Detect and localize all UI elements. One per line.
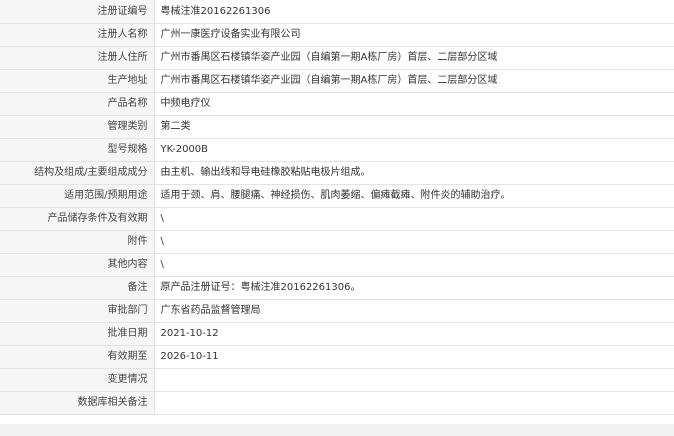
table-row: 产品储存条件及有效期 \ xyxy=(0,206,674,231)
valid-until-value: 2026-10-11 xyxy=(153,344,674,369)
table-row: 批准日期 2021-10-12 xyxy=(0,321,674,346)
registrant-name-label: 注册人名称 xyxy=(0,22,155,47)
change-status-label: 变更情况 xyxy=(0,367,155,392)
structure-composition-value: 由主机、输出线和导电硅橡胶粘贴电极片组成。 xyxy=(153,160,674,185)
storage-validity-value: \ xyxy=(153,206,674,231)
valid-until-label: 有效期至 xyxy=(0,344,155,369)
table-row: 附件 \ xyxy=(0,229,674,254)
attachment-value: \ xyxy=(153,229,674,254)
product-name-label: 产品名称 xyxy=(0,91,155,116)
product-name-value: 中频电疗仪 xyxy=(153,91,674,116)
approval-date-value: 2021-10-12 xyxy=(153,321,674,346)
table-row: 管理类别 第二类 xyxy=(0,114,674,139)
management-category-label: 管理类别 xyxy=(0,114,155,139)
intended-use-label: 适用范围/预期用途 xyxy=(0,183,155,208)
database-remarks-value xyxy=(153,390,674,415)
table-row: 型号规格 YK-2000B xyxy=(0,137,674,162)
table-row: 备注 原产品注册证号：粤械注准20162261306。 xyxy=(0,275,674,300)
production-address-value: 广州市番禺区石楼镇华姿产业园（自编第一期A栋厂房）首层、二层部分区域 xyxy=(153,68,674,93)
table-row: 注册证编号 粤械注准20162261306 xyxy=(0,0,674,24)
approval-department-label: 审批部门 xyxy=(0,298,155,323)
storage-validity-label: 产品储存条件及有效期 xyxy=(0,206,155,231)
table-row: 产品名称 中频电疗仪 xyxy=(0,91,674,116)
table-row: 有效期至 2026-10-11 xyxy=(0,344,674,369)
table-row: 结构及组成/主要组成成分 由主机、输出线和导电硅橡胶粘贴电极片组成。 xyxy=(0,160,674,185)
table-row: 其他内容 \ xyxy=(0,252,674,277)
table-row: 注册人名称 广州一康医疗设备实业有限公司 xyxy=(0,22,674,47)
table-row: 生产地址 广州市番禺区石楼镇华姿产业园（自编第一期A栋厂房）首层、二层部分区域 xyxy=(0,68,674,93)
management-category-value: 第二类 xyxy=(153,114,674,139)
table-row: 数据库相关备注 xyxy=(0,390,674,415)
model-spec-value: YK-2000B xyxy=(153,137,674,162)
intended-use-value: 适用于颈、肩、腰腿痛、神经损伤、肌肉萎缩、偏瘫截瘫、附件炎的辅助治疗。 xyxy=(153,183,674,208)
approval-department-value: 广东省药品监督管理局 xyxy=(153,298,674,323)
registration-number-label: 注册证编号 xyxy=(0,0,155,24)
record-table-body: 注册证编号 粤械注准20162261306 注册人名称 广州一康医疗设备实业有限… xyxy=(0,0,674,415)
database-remarks-label: 数据库相关备注 xyxy=(0,390,155,415)
registration-record-table: 注册证编号 粤械注准20162261306 注册人名称 广州一康医疗设备实业有限… xyxy=(0,0,674,415)
approval-date-label: 批准日期 xyxy=(0,321,155,346)
table-row: 审批部门 广东省药品监督管理局 xyxy=(0,298,674,323)
remarks-value: 原产品注册证号：粤械注准20162261306。 xyxy=(153,275,674,300)
registrant-address-value: 广州市番禺区石楼镇华姿产业园（自编第一期A栋厂房）首层、二层部分区域 xyxy=(153,45,674,70)
remarks-label: 备注 xyxy=(0,275,155,300)
table-row: 注册人住所 广州市番禺区石楼镇华姿产业园（自编第一期A栋厂房）首层、二层部分区域 xyxy=(0,45,674,70)
page-bottom-band xyxy=(0,424,674,436)
registrant-address-label: 注册人住所 xyxy=(0,45,155,70)
production-address-label: 生产地址 xyxy=(0,68,155,93)
attachment-label: 附件 xyxy=(0,229,155,254)
other-content-value: \ xyxy=(153,252,674,277)
table-row: 适用范围/预期用途 适用于颈、肩、腰腿痛、神经损伤、肌肉萎缩、偏瘫截瘫、附件炎的… xyxy=(0,183,674,208)
change-status-value xyxy=(153,367,674,392)
registration-number-value: 粤械注准20162261306 xyxy=(153,0,674,24)
table-row: 变更情况 xyxy=(0,367,674,392)
structure-composition-label: 结构及组成/主要组成成分 xyxy=(0,160,155,185)
model-spec-label: 型号规格 xyxy=(0,137,155,162)
other-content-label: 其他内容 xyxy=(0,252,155,277)
registrant-name-value: 广州一康医疗设备实业有限公司 xyxy=(153,22,674,47)
